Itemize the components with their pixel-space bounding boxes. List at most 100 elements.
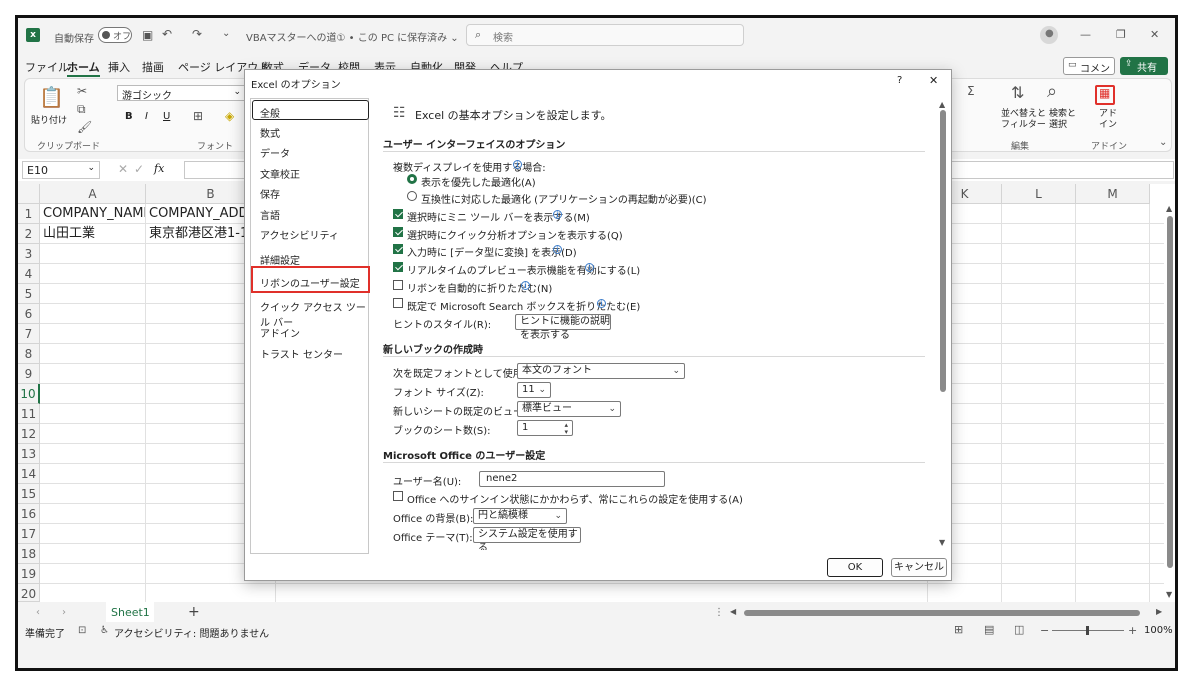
scroll-thumb[interactable] (1167, 216, 1173, 568)
page-break-view-icon[interactable]: ◫ (1014, 624, 1024, 636)
redo-icon[interactable]: ↷ (192, 28, 202, 40)
save-icon[interactable]: ▣ (142, 29, 153, 41)
options-scroll-thumb[interactable] (940, 110, 946, 392)
row-header[interactable]: 18 (18, 544, 40, 564)
nav-item-formulas[interactable]: 数式 (260, 125, 280, 140)
checkbox-mini-toolbar[interactable] (393, 209, 403, 219)
nav-item-advanced[interactable]: 詳細設定 (260, 252, 300, 267)
live-preview-label[interactable]: リアルタイムのプレビュー表示機能を有効にする(L) (407, 262, 640, 277)
customize-qat-icon[interactable]: ⌄ (222, 28, 230, 40)
sheet-tab[interactable]: Sheet1 (106, 602, 154, 624)
checkbox-live-preview[interactable] (393, 262, 403, 272)
checkbox-quick-analysis[interactable] (393, 227, 403, 237)
column-header[interactable]: A (40, 184, 146, 204)
italic-button[interactable]: I (145, 111, 148, 122)
theme-select[interactable]: システム設定を使用する ⌄ (473, 527, 581, 550)
row-header[interactable]: 8 (18, 344, 40, 364)
find-select-icon[interactable]: ⌕ (1047, 83, 1057, 101)
nav-item-addins[interactable]: アドイン (260, 325, 300, 340)
radio-compatibility-label[interactable]: 互換性に対応した最適化 (アプリケーションの再起動が必要)(C) (421, 191, 707, 206)
next-sheet-icon[interactable]: › (62, 607, 66, 619)
row-header[interactable]: 9 (18, 364, 40, 384)
format-painter-icon[interactable]: 🖌 (77, 121, 92, 133)
row-header[interactable]: 10 (18, 384, 40, 404)
row-header[interactable]: 20 (18, 584, 40, 602)
bold-button[interactable]: B (125, 111, 133, 122)
username-field[interactable]: nene2 (479, 471, 665, 487)
help-button[interactable]: ? (897, 75, 902, 86)
row-header[interactable]: 5 (18, 284, 40, 304)
cell-a2[interactable]: 山田工業 (43, 224, 145, 244)
info-icon[interactable]: i (553, 245, 562, 254)
minimize-button[interactable]: — (1080, 28, 1091, 41)
add-sheet-button[interactable]: + (188, 604, 200, 620)
scroll-up-icon[interactable]: ▲ (939, 100, 945, 109)
zoom-slider-thumb[interactable] (1086, 626, 1089, 635)
info-icon[interactable]: i (597, 299, 606, 308)
info-icon[interactable]: i (521, 281, 530, 290)
paste-icon[interactable]: 📋 (39, 85, 64, 109)
confirm-entry-icon[interactable]: ✓ (134, 163, 144, 175)
grid-vertical-scrollbar[interactable]: ▲ ▼ (1164, 204, 1175, 602)
find-select-label[interactable]: 検索と 選択 (1049, 109, 1076, 131)
nav-item-language[interactable]: 言語 (260, 207, 280, 222)
tooltip-style-select[interactable]: ヒントに機能の説明を表示する ⌄ (515, 314, 611, 341)
undo-icon[interactable]: ↶ (162, 28, 172, 40)
paste-label[interactable]: 貼り付け (31, 113, 67, 126)
autosave-toggle[interactable]: オフ (98, 27, 132, 43)
ok-button[interactable]: OK (827, 558, 883, 577)
close-window-button[interactable]: ✕ (1150, 28, 1159, 41)
normal-view-icon[interactable]: ⊞ (954, 624, 963, 636)
row-header[interactable]: 12 (18, 424, 40, 444)
cell-a1[interactable]: COMPANY_NAME (43, 204, 145, 224)
stepper-arrows-icon[interactable]: ▴ ▾ (564, 422, 568, 436)
checkbox-collapse-search[interactable] (393, 298, 403, 308)
user-avatar[interactable]: ● (1040, 26, 1058, 44)
nav-item-trust-center[interactable]: トラスト センター (260, 346, 343, 361)
page-layout-view-icon[interactable]: ▤ (984, 624, 994, 636)
scroll-up-icon[interactable]: ▲ (1166, 204, 1172, 213)
fx-button[interactable]: fx (154, 162, 164, 175)
row-header[interactable]: 1 (18, 204, 40, 224)
share-button[interactable]: ⇪ 共有 (1120, 57, 1168, 75)
row-header[interactable]: 6 (18, 304, 40, 324)
zoom-level[interactable]: 100% (1144, 625, 1173, 636)
always-use-label[interactable]: Office へのサインイン状態にかかわらず、常にこれらの設定を使用する(A) (407, 491, 743, 506)
search-box[interactable]: ⌕ 検索 (466, 24, 744, 46)
sheet-count-stepper[interactable]: 1 ▴ ▾ (517, 420, 573, 436)
radio-compatibility[interactable] (407, 191, 417, 201)
checkbox-collapse-ribbon[interactable] (393, 280, 403, 290)
copy-icon[interactable]: ⧉ (77, 103, 86, 115)
zoom-out-button[interactable]: − (1040, 624, 1049, 637)
underline-button[interactable]: U (163, 111, 170, 122)
nav-item-general[interactable]: 全般 (260, 105, 280, 120)
nav-item-proofing[interactable]: 文章校正 (260, 166, 300, 181)
select-all-corner[interactable] (18, 184, 40, 204)
horizontal-scrollbar[interactable]: ◀ ▶ (728, 607, 1168, 619)
nav-item-data[interactable]: データ (260, 145, 290, 160)
comment-button[interactable]: ▭ コメント (1063, 57, 1115, 90)
checkbox-convert-datatype[interactable] (393, 244, 403, 254)
row-header[interactable]: 19 (18, 564, 40, 584)
prev-sheet-icon[interactable]: ‹ (36, 607, 40, 619)
row-header[interactable]: 3 (18, 244, 40, 264)
tab-file[interactable]: ファイル (25, 59, 69, 75)
addin-icon[interactable]: ▦ (1095, 85, 1115, 105)
convert-datatype-label[interactable]: 入力時に [データ型に変換] を表示(D) (407, 244, 577, 259)
scroll-left-icon[interactable]: ◀ (730, 607, 736, 616)
cancel-button[interactable]: キャンセル (891, 558, 947, 577)
collapse-ribbon-label[interactable]: リボンを自動的に折りたたむ(N) (407, 280, 552, 295)
info-icon[interactable]: i (553, 210, 562, 219)
options-scrollbar[interactable]: ▲ ▼ (937, 100, 949, 550)
row-header[interactable]: 13 (18, 444, 40, 464)
background-select[interactable]: 円と縞模様 ⌄ (473, 508, 567, 524)
collapse-ribbon-icon[interactable]: ⌄ (1159, 137, 1167, 149)
column-header[interactable]: M (1076, 184, 1150, 204)
tab-draw[interactable]: 描画 (142, 59, 164, 75)
radio-appearance[interactable] (407, 174, 417, 184)
scroll-down-icon[interactable]: ▼ (939, 538, 945, 547)
row-header[interactable]: 4 (18, 264, 40, 284)
nav-item-save[interactable]: 保存 (260, 186, 280, 201)
cancel-entry-icon[interactable]: ✕ (118, 163, 128, 175)
row-header[interactable]: 11 (18, 404, 40, 424)
